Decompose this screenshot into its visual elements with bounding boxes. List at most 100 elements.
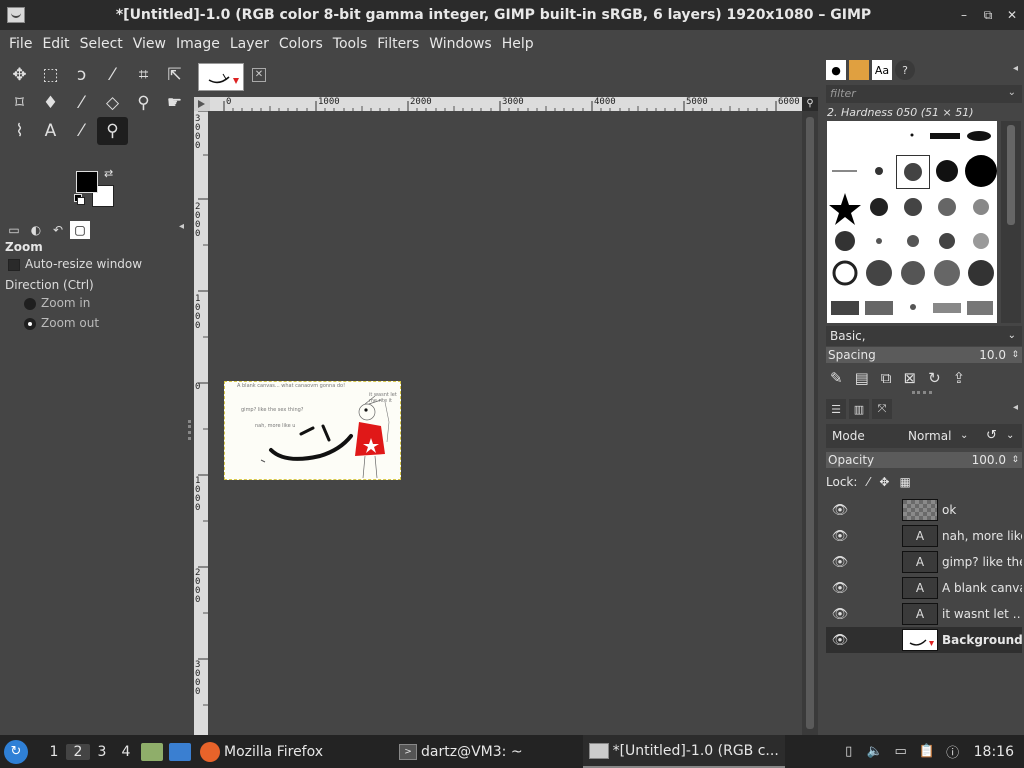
image-tab-close-icon[interactable]: ✕ bbox=[252, 68, 266, 82]
tag-dropdown-icon[interactable]: ⌄ bbox=[1008, 326, 1016, 346]
visibility-eye-icon[interactable]: 👁 bbox=[830, 503, 850, 518]
transform-tool-icon[interactable]: ⇱ bbox=[159, 61, 190, 89]
zoom-in-radio[interactable] bbox=[24, 298, 36, 310]
restore-button[interactable]: ⧉ bbox=[976, 8, 1000, 23]
paintbrush-tool-icon[interactable]: ⁄ bbox=[66, 89, 97, 117]
tool-options-menu-icon[interactable]: ◂ bbox=[179, 221, 184, 232]
color-picker-tool-icon[interactable]: ⁄ bbox=[66, 117, 97, 145]
edit-brush-icon[interactable]: ✎ bbox=[830, 369, 843, 387]
warp-tool-icon[interactable]: ⌑ bbox=[4, 89, 35, 117]
lock-alpha-icon[interactable]: ▦ bbox=[899, 475, 910, 489]
notification-icon[interactable]: ⓘ bbox=[944, 742, 962, 761]
layer-row[interactable]: 👁 ok bbox=[826, 497, 1022, 523]
selected-brush[interactable] bbox=[896, 155, 930, 189]
new-brush-icon[interactable]: ▤ bbox=[855, 369, 869, 387]
brush-tag-combo[interactable]: Basic, ⌄ bbox=[826, 326, 1022, 346]
quick-mask-toggle[interactable] bbox=[194, 97, 210, 111]
menu-tools[interactable]: Tools bbox=[328, 36, 373, 52]
mode-reset-icon[interactable]: ↺ bbox=[986, 424, 997, 448]
vertical-scrollbar[interactable] bbox=[802, 111, 818, 735]
lasso-tool-icon[interactable]: ↄ bbox=[66, 61, 97, 89]
channels-tab-icon[interactable]: ▥ bbox=[849, 399, 869, 419]
close-button[interactable]: ✕ bbox=[1000, 8, 1024, 22]
zoom-tool-icon[interactable]: ⚲ bbox=[97, 117, 128, 145]
visibility-eye-icon[interactable]: 👁 bbox=[830, 555, 850, 570]
zoom-image-when-window-size-changes-icon[interactable]: ⚲ bbox=[802, 97, 818, 111]
dock-splitter[interactable] bbox=[912, 391, 932, 394]
lock-pixels-icon[interactable]: ⁄ bbox=[867, 475, 869, 489]
foreground-color-swatch[interactable] bbox=[76, 171, 98, 193]
menu-layer[interactable]: Layer bbox=[225, 36, 274, 52]
menu-edit[interactable]: Edit bbox=[37, 36, 74, 52]
layers-tab-icon[interactable]: ☰ bbox=[826, 399, 846, 419]
file-manager-icon[interactable] bbox=[141, 742, 163, 761]
menu-file[interactable]: File bbox=[4, 36, 37, 52]
clock[interactable]: 18:16 bbox=[974, 744, 1014, 760]
smudge-tool-icon[interactable]: ☛ bbox=[159, 89, 190, 117]
layer-row[interactable]: 👁 A gimp? like the bbox=[826, 549, 1022, 575]
visibility-eye-icon[interactable]: 👁 bbox=[830, 633, 850, 648]
mode-dropdown-icon[interactable]: ⌄ bbox=[960, 424, 968, 448]
layer-mode-select[interactable]: Mode Normal ⌄ ↺ ⌄ bbox=[826, 424, 1022, 448]
rect-select-tool-icon[interactable]: ⬚ bbox=[35, 61, 66, 89]
scrollbar-thumb[interactable] bbox=[806, 117, 814, 729]
menu-help[interactable]: Help bbox=[497, 36, 539, 52]
brushes-tab-icon[interactable]: ● bbox=[826, 60, 846, 80]
start-menu-icon[interactable]: ↻ bbox=[4, 739, 28, 764]
fonts-tab-icon[interactable]: Aa bbox=[872, 60, 892, 80]
fg-bg-colors[interactable]: ⇄ bbox=[74, 167, 122, 209]
clone-tool-icon[interactable]: ⚲ bbox=[128, 89, 159, 117]
task-gimp[interactable]: *[Untitled]-1.0 (RGB c... bbox=[582, 735, 785, 768]
volume-icon[interactable]: 🔈 bbox=[866, 744, 884, 759]
auto-resize-checkbox[interactable] bbox=[8, 259, 20, 271]
menu-colors[interactable]: Colors bbox=[274, 36, 328, 52]
task-firefox[interactable]: Mozilla Firefox bbox=[194, 735, 329, 768]
workspace-2[interactable]: 2 bbox=[66, 743, 90, 760]
menu-select[interactable]: Select bbox=[75, 36, 128, 52]
layer-row[interactable]: 👁 Background bbox=[826, 627, 1022, 653]
tool-options-tab-icon[interactable]: ▭ bbox=[4, 221, 24, 239]
pane-splitter[interactable] bbox=[188, 420, 191, 440]
opacity-spinner-icon[interactable]: ⇕ bbox=[1011, 452, 1019, 468]
minimize-button[interactable]: – bbox=[952, 8, 976, 22]
device-status-tab-icon[interactable]: ◐ bbox=[26, 221, 46, 239]
image-tab-thumbnail[interactable] bbox=[198, 63, 244, 91]
task-terminal[interactable]: > dartz@VM3: ~ bbox=[393, 735, 529, 768]
workspace-1[interactable]: 1 bbox=[42, 744, 66, 760]
patterns-tab-icon[interactable] bbox=[849, 60, 869, 80]
path-tool-icon[interactable]: ⌇ bbox=[4, 117, 35, 145]
mode-options-dropdown-icon[interactable]: ⌄ bbox=[1006, 424, 1014, 448]
layer-row[interactable]: 👁 A it wasnt let … bbox=[826, 601, 1022, 627]
visibility-eye-icon[interactable]: 👁 bbox=[830, 607, 850, 622]
refresh-brushes-icon[interactable]: ↻ bbox=[928, 369, 941, 387]
zoom-out-radio[interactable] bbox=[24, 318, 36, 330]
bucket-fill-tool-icon[interactable]: ♦ bbox=[35, 89, 66, 117]
opacity-slider[interactable]: Opacity 100.0 ⇕ bbox=[826, 452, 1022, 468]
paths-tab-icon[interactable]: ⤧ bbox=[872, 399, 892, 419]
open-brush-as-image-icon[interactable]: ⇪ bbox=[953, 369, 966, 387]
move-tool-icon[interactable]: ✥ bbox=[4, 61, 35, 89]
clipboard-icon[interactable]: 📋 bbox=[918, 744, 936, 759]
visibility-eye-icon[interactable]: 👁 bbox=[830, 581, 850, 596]
workspace-4[interactable]: 4 bbox=[114, 744, 138, 760]
spacing-spinner-icon[interactable]: ⇕ bbox=[1011, 347, 1019, 363]
duplicate-brush-icon[interactable]: ⧉ bbox=[881, 369, 892, 387]
display-icon[interactable]: ▭ bbox=[892, 744, 910, 759]
lock-position-icon[interactable]: ✥ bbox=[879, 475, 889, 489]
eraser-tool-icon[interactable]: ◇ bbox=[97, 89, 128, 117]
spacing-slider[interactable]: Spacing 10.0 ⇕ bbox=[826, 347, 1022, 363]
battery-icon[interactable]: ▯ bbox=[840, 744, 858, 759]
visibility-eye-icon[interactable]: 👁 bbox=[830, 529, 850, 544]
layer-row[interactable]: 👁 A A blank canva bbox=[826, 575, 1022, 601]
fuzzy-select-tool-icon[interactable]: ⁄ bbox=[97, 61, 128, 89]
help-tab-icon[interactable]: ? bbox=[895, 60, 915, 80]
reset-colors-icon[interactable] bbox=[74, 194, 85, 205]
menu-image[interactable]: Image bbox=[171, 36, 225, 52]
show-desktop-icon[interactable] bbox=[169, 742, 191, 761]
text-tool-icon[interactable]: A bbox=[35, 117, 66, 145]
brush-filter-input[interactable]: filter bbox=[826, 85, 1022, 103]
brushes-panel-menu-icon[interactable]: ◂ bbox=[1013, 63, 1018, 74]
menu-windows[interactable]: Windows bbox=[424, 36, 497, 52]
menu-view[interactable]: View bbox=[128, 36, 171, 52]
filter-dropdown-icon[interactable]: ⌄ bbox=[1008, 87, 1016, 98]
